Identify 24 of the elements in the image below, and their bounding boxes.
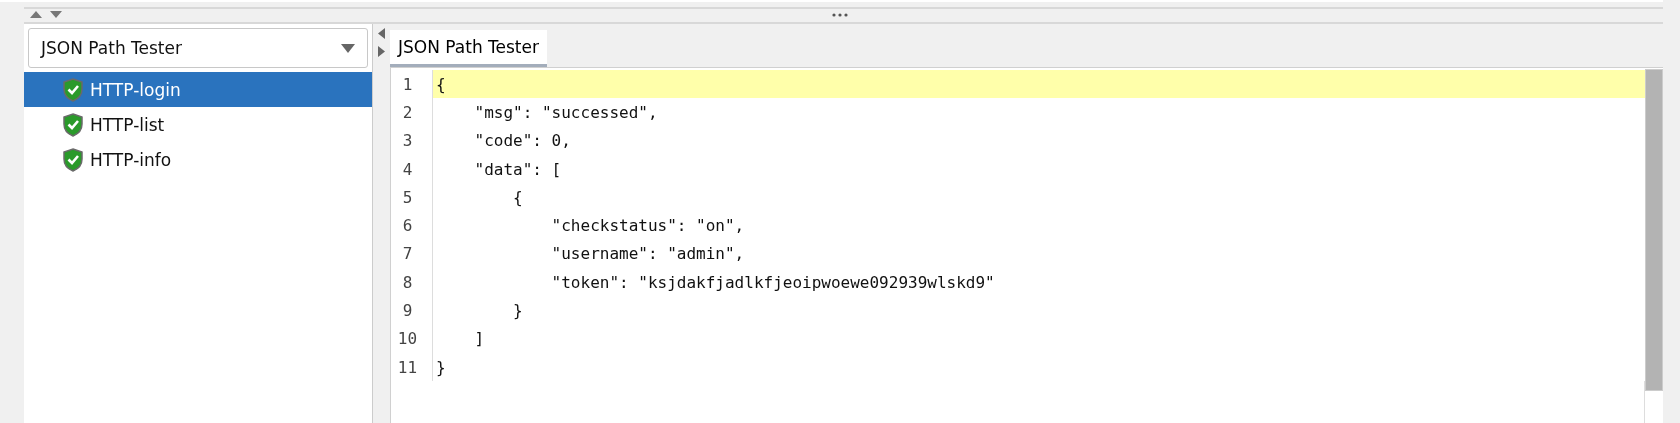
code-line: "token": "ksjdakfjadlkfjeoipwoewe092939wlskd9" (550, 272, 995, 292)
code-line: { (436, 74, 446, 94)
code-line: "data": [ (473, 159, 562, 179)
caret-icon (341, 43, 355, 53)
split-arrows-icon[interactable] (378, 28, 385, 58)
tree-item[interactable]: HTTP-info (24, 142, 372, 177)
shield-check-icon (62, 112, 84, 137)
code-line: "username": "admin", (550, 244, 745, 264)
code-line: "msg": "successed", (473, 102, 658, 122)
shield-check-icon (62, 147, 84, 172)
drag-handle-icon[interactable] (832, 13, 848, 17)
code-line: { (512, 187, 523, 207)
dropdown[interactable]: JSON Path Tester (28, 28, 368, 68)
collapse-arrows-icon[interactable] (30, 10, 64, 19)
tree-item[interactable]: HTTP-login (24, 72, 372, 107)
code-line: "code": 0, (473, 131, 571, 151)
tab[interactable]: JSON Path Tester (390, 30, 547, 67)
shield-check-icon (62, 77, 84, 102)
scrollbar[interactable] (1645, 69, 1663, 391)
code-line: "checkstatus": "on", (550, 216, 745, 236)
code-line: ] (473, 329, 485, 349)
tree-item[interactable]: HTTP-list (24, 107, 372, 142)
code-line: } (436, 357, 446, 377)
code-line: } (512, 301, 523, 320)
